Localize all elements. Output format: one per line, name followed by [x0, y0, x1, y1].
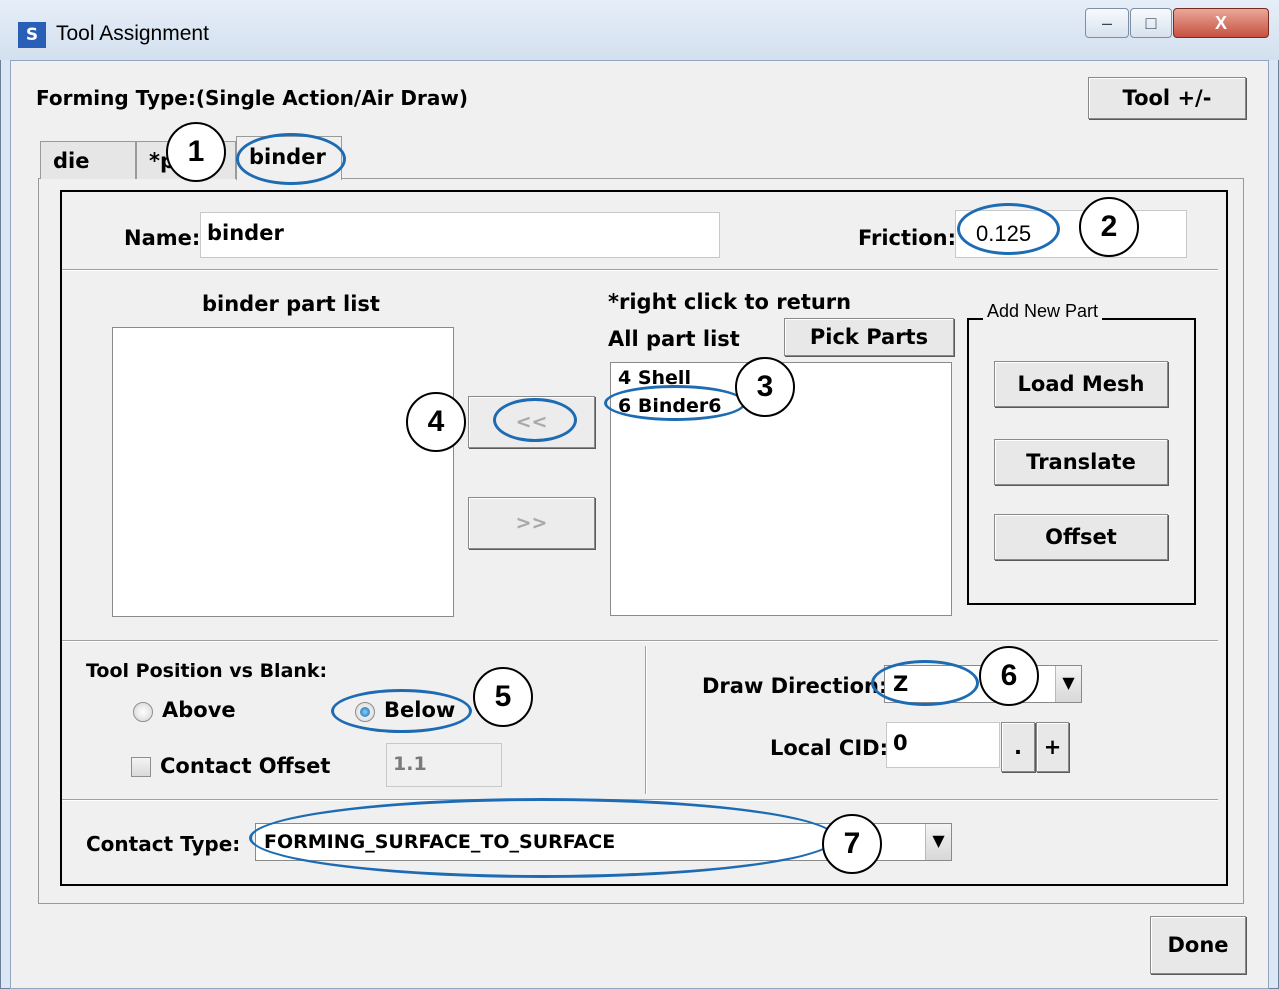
- callout-3: 3: [735, 357, 795, 417]
- draw-direction-label: Draw Direction:: [702, 674, 888, 698]
- annotation-ring: [331, 689, 472, 733]
- friction-label: Friction:: [858, 226, 957, 250]
- add-new-part-group-title: Add New Part: [983, 301, 1103, 322]
- above-radio[interactable]: [133, 702, 153, 722]
- annotation-ring: [871, 660, 979, 706]
- translate-button[interactable]: Translate: [994, 439, 1168, 485]
- callout-4: 4: [406, 392, 466, 452]
- tool-plus-minus-button[interactable]: Tool +/-: [1088, 77, 1246, 119]
- annotation-ring: [236, 133, 346, 185]
- separator: [645, 646, 647, 794]
- contact-offset-label: Contact Offset: [160, 754, 331, 778]
- callout-5: 5: [473, 667, 533, 727]
- contact-offset-input[interactable]: 1.1: [386, 743, 502, 787]
- chevron-down-icon[interactable]: ▼: [1055, 666, 1081, 702]
- annotation-ring: [249, 798, 837, 878]
- name-label: Name:: [124, 226, 201, 250]
- window-title: Tool Assignment: [56, 22, 209, 45]
- separator: [62, 269, 1218, 271]
- annotation-ring: [957, 203, 1060, 255]
- right-click-hint: *right click to return: [608, 290, 852, 314]
- tab-die[interactable]: die: [40, 141, 136, 179]
- done-button[interactable]: Done: [1150, 916, 1246, 974]
- above-label: Above: [162, 698, 236, 722]
- chevron-down-icon[interactable]: ▼: [925, 824, 951, 860]
- local-cid-plus-button[interactable]: +: [1036, 722, 1069, 772]
- annotation-ring: [604, 385, 746, 421]
- tool-position-title: Tool Position vs Blank:: [86, 660, 328, 682]
- forming-type-label: Forming Type:(Single Action/Air Draw): [36, 86, 468, 110]
- local-cid-input[interactable]: 0: [886, 722, 1000, 768]
- offset-button[interactable]: Offset: [994, 514, 1168, 560]
- callout-1: 1: [166, 122, 226, 182]
- callout-2: 2: [1079, 197, 1139, 257]
- move-right-button[interactable]: >>: [468, 497, 595, 549]
- binder-part-list[interactable]: [112, 327, 454, 617]
- callout-6: 6: [979, 646, 1039, 706]
- contact-type-label: Contact Type:: [86, 832, 241, 856]
- separator: [62, 640, 1218, 642]
- maximize-button[interactable]: □: [1130, 8, 1172, 38]
- name-input[interactable]: binder: [200, 212, 720, 258]
- load-mesh-button[interactable]: Load Mesh: [994, 361, 1168, 407]
- annotation-ring: [493, 398, 577, 442]
- minimize-button[interactable]: –: [1085, 8, 1129, 38]
- contact-offset-checkbox[interactable]: [131, 757, 151, 777]
- app-logo-icon: S: [18, 22, 46, 48]
- close-button[interactable]: X: [1173, 8, 1269, 38]
- local-cid-label: Local CID:: [770, 736, 888, 760]
- callout-7: 7: [822, 814, 882, 874]
- all-part-list-label: All part list: [608, 327, 740, 351]
- pick-parts-button[interactable]: Pick Parts: [784, 318, 954, 356]
- binder-part-list-title: binder part list: [202, 292, 380, 316]
- local-cid-dot-button[interactable]: .: [1001, 722, 1035, 772]
